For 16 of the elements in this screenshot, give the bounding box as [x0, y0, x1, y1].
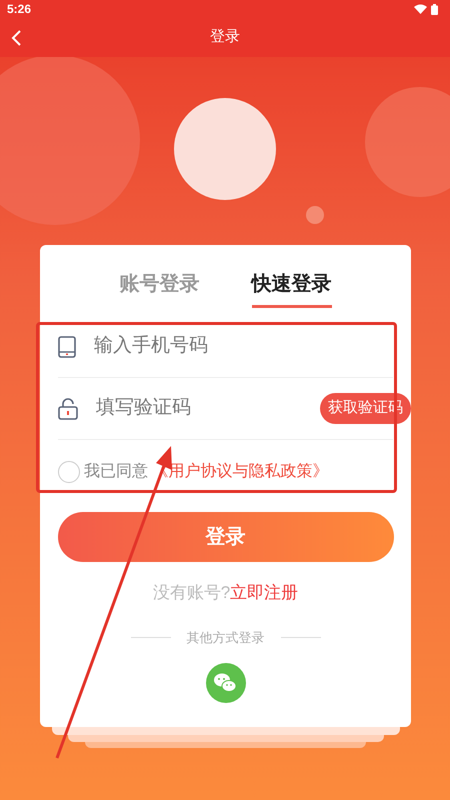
- register-prompt: 没有账号?: [152, 583, 230, 602]
- battery-icon: [431, 4, 438, 14]
- other-login-label: 其他方式登录: [186, 628, 264, 646]
- wifi-icon: [414, 4, 427, 14]
- login-tab[interactable]: 账号登录: [120, 269, 200, 308]
- agree-checkbox[interactable]: [58, 461, 80, 483]
- phone-field[interactable]: 输入手机号码: [92, 331, 393, 362]
- page-title: 登录: [210, 27, 240, 48]
- wechat-login-icon[interactable]: [206, 663, 246, 703]
- login-button[interactable]: 登录: [58, 512, 394, 562]
- login-tab[interactable]: 快速登录: [252, 269, 332, 308]
- phone-icon: [58, 336, 76, 358]
- register-link[interactable]: 立即注册: [230, 583, 298, 602]
- status-time: 5:26: [7, 1, 32, 18]
- code-field[interactable]: 填写验证码: [94, 393, 304, 424]
- lock-icon: [58, 398, 78, 420]
